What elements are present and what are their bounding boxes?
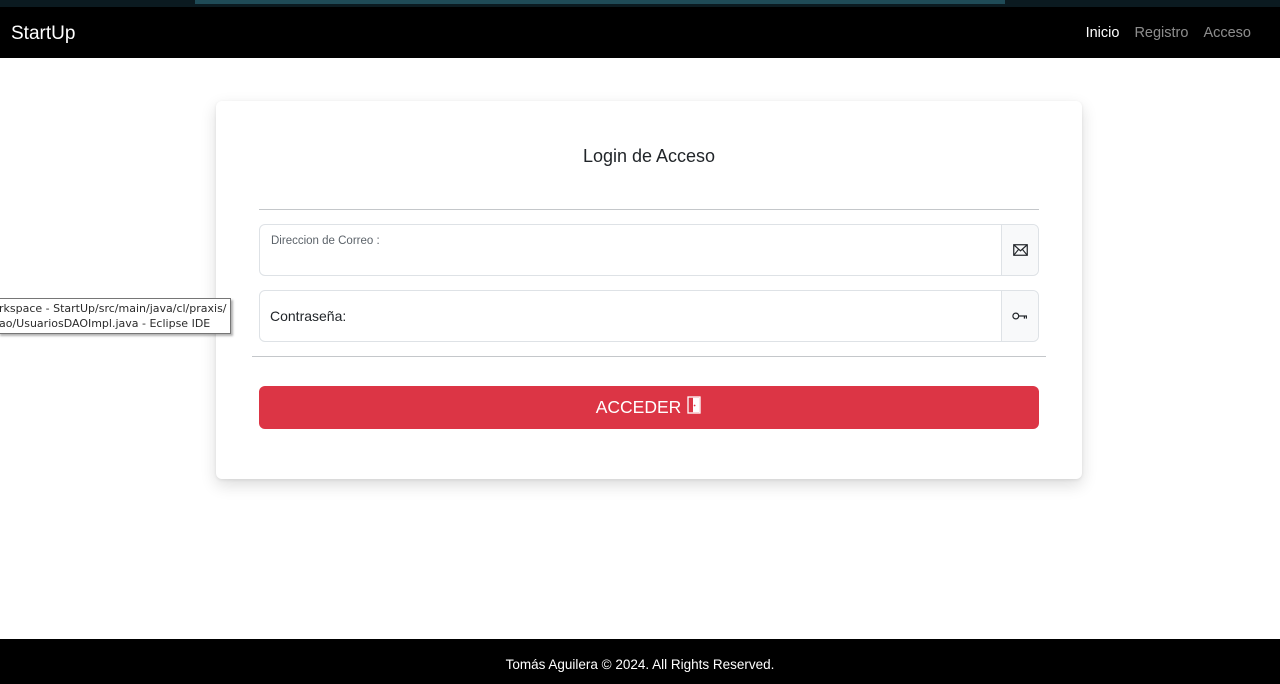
footer: Tomás Aguilera © 2024. All Rights Reserv… [0, 639, 1280, 684]
login-title: Login de Acceso [582, 146, 716, 166]
password-input[interactable] [260, 291, 1002, 341]
acceder-button[interactable]: ACCEDER [259, 386, 1039, 429]
tooltip-line-1: rkspace - StartUp/src/main/java/cl/praxi… [0, 302, 227, 315]
navbar: StartUp Inicio Registro Acceso [0, 7, 1280, 58]
ide-tooltip: rkspace - StartUp/src/main/java/cl/praxi… [0, 298, 231, 334]
divider-bottom [252, 356, 1046, 357]
navbar-brand[interactable]: StartUp [11, 23, 75, 45]
footer-text: Tomás Aguilera © 2024. All Rights Reserv… [505, 657, 775, 672]
top-strip-glow [195, 0, 1005, 4]
nav-link-inicio[interactable]: Inicio [1086, 25, 1120, 41]
login-card: Login de Acceso Direccion de Correo : AC… [216, 101, 1082, 479]
password-field-group [259, 290, 1039, 342]
divider-top [259, 209, 1039, 210]
nav-link-acceso[interactable]: Acceso [1203, 25, 1251, 41]
envelope-icon [1001, 225, 1038, 275]
email-field-group: Direccion de Correo : [259, 224, 1039, 276]
door-icon [687, 396, 702, 419]
tooltip-line-2: ao/UsuariosDAOImpl.java - Eclipse IDE [0, 317, 211, 330]
email-input[interactable] [260, 225, 1002, 275]
acceder-label: ACCEDER [595, 397, 682, 417]
nav-link-registro[interactable]: Registro [1134, 25, 1188, 41]
browser-top-strip [0, 0, 1280, 7]
key-icon [1001, 291, 1038, 341]
nav-links: Inicio Registro Acceso [1086, 25, 1251, 41]
